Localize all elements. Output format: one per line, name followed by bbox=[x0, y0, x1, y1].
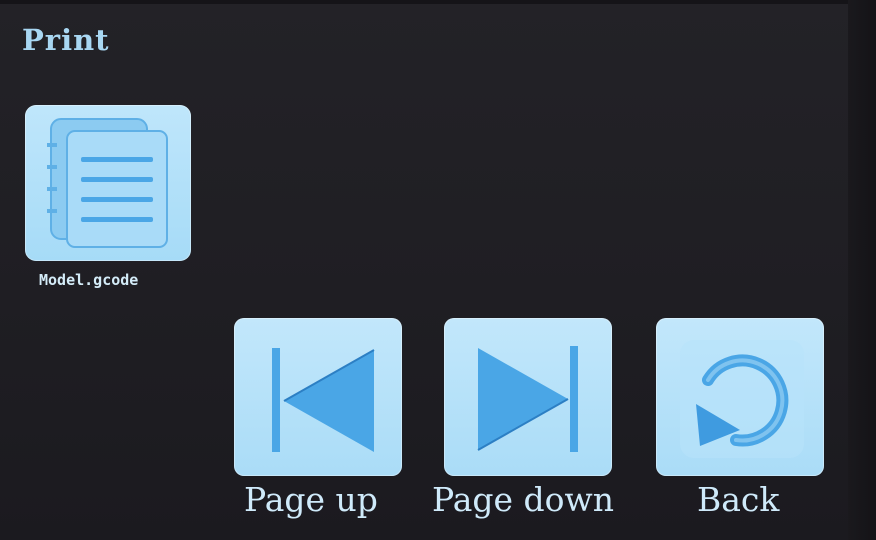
page-title: Print bbox=[22, 23, 110, 57]
page-down-button[interactable] bbox=[444, 318, 612, 476]
return-arrow-icon bbox=[680, 340, 804, 458]
page-up-button[interactable] bbox=[234, 318, 402, 476]
skip-previous-icon bbox=[272, 348, 375, 452]
file-item-model-gcode[interactable]: Model.gcode bbox=[25, 105, 193, 289]
screen-bezel-top bbox=[0, 0, 876, 4]
back-button[interactable] bbox=[656, 318, 824, 476]
printer-touchscreen: Print Model.gcode Page up Page down Back bbox=[0, 0, 876, 540]
page-up-label: Page up bbox=[244, 480, 378, 519]
skip-next-icon bbox=[477, 346, 578, 452]
document-stack-icon bbox=[47, 118, 168, 248]
screen-bezel-right bbox=[848, 0, 876, 540]
file-name-label: Model.gcode bbox=[39, 271, 139, 289]
page-down-label: Page down bbox=[432, 480, 615, 519]
back-label: Back bbox=[697, 480, 780, 519]
file-button[interactable] bbox=[25, 105, 191, 261]
